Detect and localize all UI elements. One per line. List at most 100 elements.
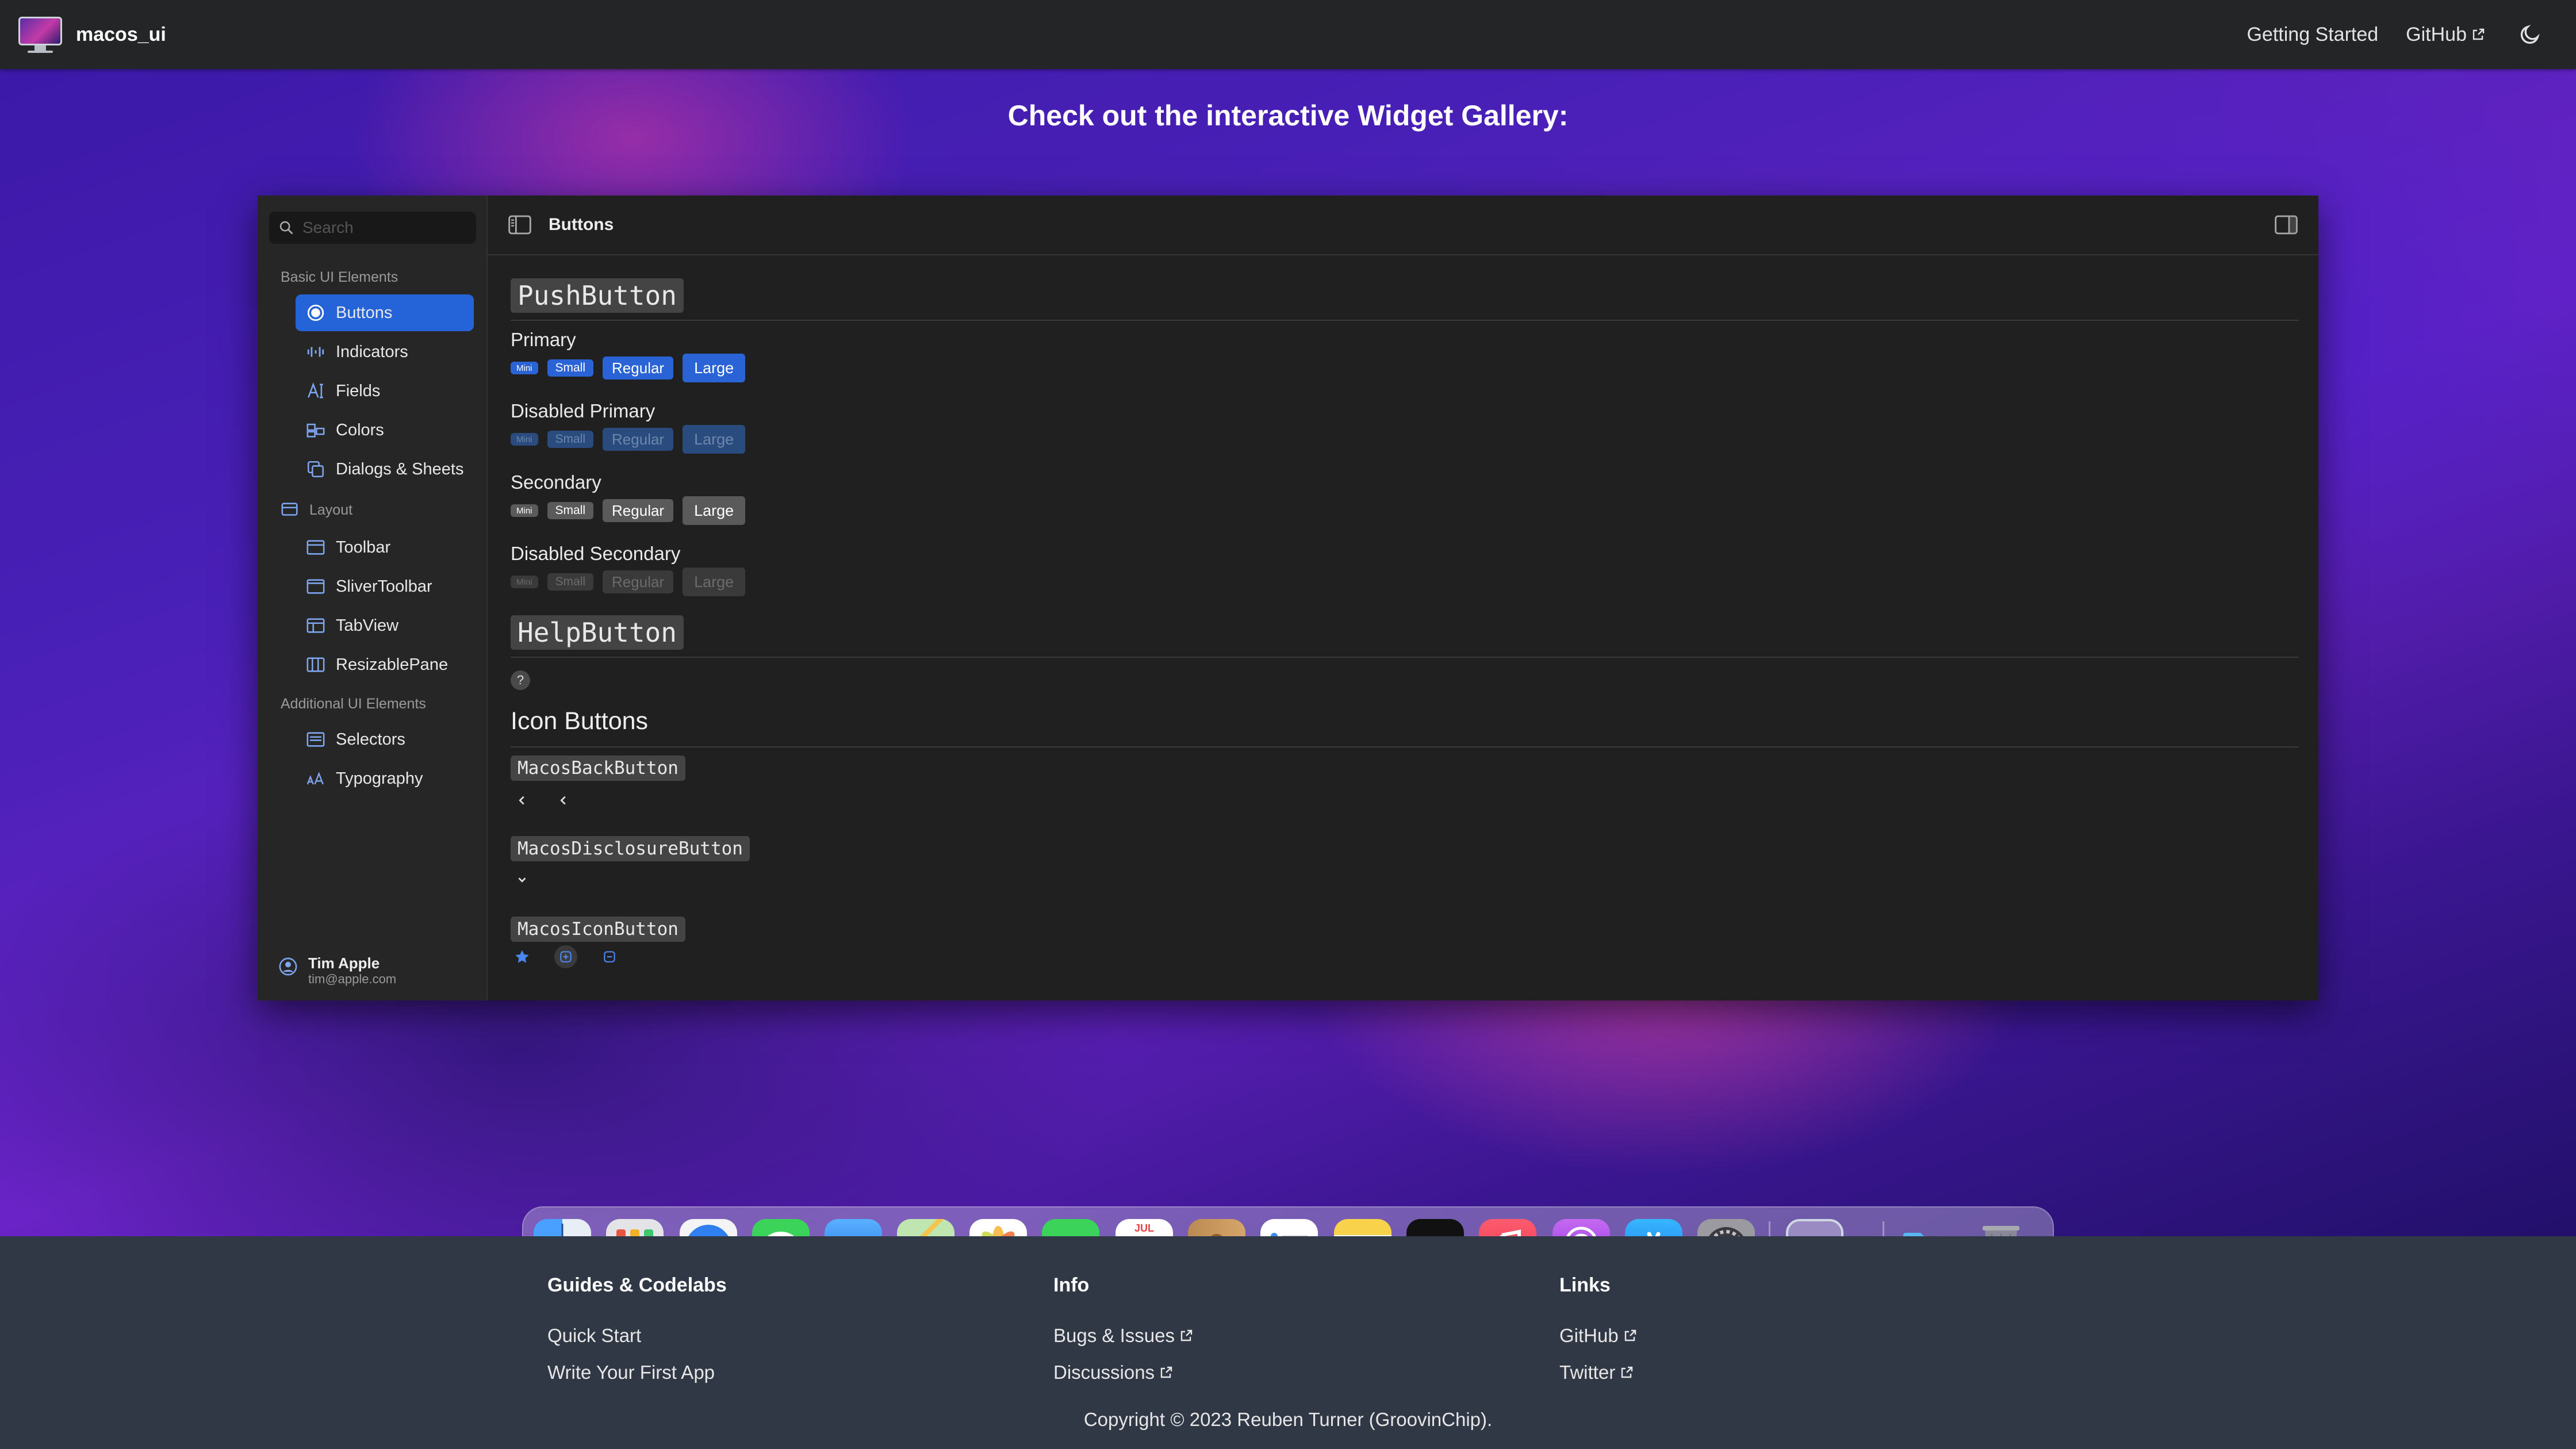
contacts-icon[interactable] bbox=[1188, 1219, 1245, 1236]
minus-icon-button[interactable] bbox=[598, 945, 621, 968]
user-name: Tim Apple bbox=[308, 954, 380, 972]
secondary-small-button[interactable]: Small bbox=[547, 502, 594, 519]
mail-icon[interactable] bbox=[825, 1219, 882, 1236]
notes-icon[interactable] bbox=[1334, 1219, 1392, 1236]
footer-link-label: Discussions bbox=[1053, 1362, 1155, 1383]
sidebar-item-label: TabView bbox=[336, 616, 399, 635]
section-divider bbox=[511, 746, 2299, 747]
primary-buttons-row: Mini Small Regular Large bbox=[511, 353, 746, 383]
secondary-regular-button[interactable]: Regular bbox=[603, 499, 674, 522]
chevron-left-icon bbox=[560, 796, 566, 805]
sidebar-search[interactable] bbox=[269, 212, 476, 244]
sidebar-item-tabview[interactable]: TabView bbox=[296, 607, 474, 644]
sidebar-item-selectors[interactable]: Selectors bbox=[296, 721, 474, 758]
footer-link-write-first-app[interactable]: Write Your First App bbox=[547, 1354, 727, 1391]
podcasts-icon[interactable] bbox=[1552, 1219, 1610, 1236]
downloads-folder-icon[interactable] bbox=[1900, 1219, 1957, 1236]
section-divider bbox=[511, 657, 2299, 658]
sidebar-item-label: Selectors bbox=[336, 730, 405, 749]
music-icon[interactable] bbox=[1479, 1219, 1536, 1236]
sidebar-item-toolbar[interactable]: Toolbar bbox=[296, 529, 474, 566]
star-icon-button[interactable] bbox=[511, 945, 534, 968]
sidebar-item-resizablepane[interactable]: ResizablePane bbox=[296, 646, 474, 683]
nav-getting-started-link[interactable]: Getting Started bbox=[2247, 24, 2378, 46]
footer-link-quick-start[interactable]: Quick Start bbox=[547, 1317, 727, 1354]
facetime-icon[interactable] bbox=[1042, 1219, 1099, 1236]
search-input[interactable] bbox=[302, 218, 463, 237]
external-link-icon bbox=[1624, 1329, 1636, 1341]
sidebar-item-slivertoolbar[interactable]: SliverToolbar bbox=[296, 568, 474, 605]
section-layout[interactable]: Layout bbox=[281, 500, 352, 520]
dock: JUL 17 tv bbox=[522, 1206, 2054, 1236]
calendar-icon[interactable]: JUL 17 bbox=[1116, 1219, 1173, 1236]
external-link-icon bbox=[1621, 1366, 1633, 1378]
back-button[interactable] bbox=[511, 789, 534, 812]
footer-link-label: Bugs & Issues bbox=[1053, 1325, 1175, 1346]
brand-link[interactable]: macos_ui bbox=[17, 16, 166, 53]
main-pane: Buttons PushButton Primary Mini Small Re… bbox=[488, 195, 2318, 1000]
sidebar-item-colors[interactable]: Colors bbox=[296, 412, 474, 448]
back-button-alt[interactable] bbox=[552, 789, 575, 812]
tabview-icon bbox=[306, 618, 325, 633]
maps-icon[interactable] bbox=[897, 1219, 954, 1236]
disabled-primary-label: Disabled Primary bbox=[511, 400, 656, 421]
toggle-sidebar-icon[interactable] bbox=[508, 215, 531, 235]
sidebar-item-label: Buttons bbox=[336, 303, 393, 322]
user-profile[interactable]: Tim Apple tim@apple.com bbox=[278, 954, 396, 987]
sidebar-item-label: Colors bbox=[336, 420, 384, 439]
photos-icon[interactable] bbox=[969, 1219, 1027, 1236]
minus-square-icon bbox=[604, 951, 615, 963]
secondary-mini-button[interactable]: Mini bbox=[511, 504, 538, 517]
dock-divider bbox=[1769, 1221, 1770, 1236]
search-icon bbox=[279, 221, 293, 235]
safari-icon[interactable] bbox=[680, 1219, 737, 1236]
footer-link-bugs-issues[interactable]: Bugs & Issues bbox=[1053, 1317, 1193, 1354]
disabled-secondary-regular-button: Regular bbox=[603, 570, 674, 593]
section-divider bbox=[511, 320, 2299, 321]
sidebar-item-typography[interactable]: Typography bbox=[296, 760, 474, 797]
add-icon-button[interactable] bbox=[554, 945, 577, 968]
footer-link-discussions[interactable]: Discussions bbox=[1053, 1354, 1193, 1391]
sidebar-item-dialogs-sheets[interactable]: Dialogs & Sheets bbox=[296, 451, 474, 488]
dark-mode-toggle-icon[interactable] bbox=[2518, 23, 2542, 46]
sidebar: Basic UI Elements Buttons Indicators Fie… bbox=[258, 195, 488, 1000]
icon-buttons-heading: Icon Buttons bbox=[511, 707, 649, 735]
apple-tv-icon[interactable]: tv bbox=[1406, 1219, 1464, 1236]
finder-icon[interactable] bbox=[534, 1219, 591, 1236]
help-button[interactable]: ? bbox=[511, 670, 530, 690]
macos-icon-button-heading: MacosIconButton bbox=[511, 917, 685, 942]
toolbar-title: Buttons bbox=[549, 215, 614, 234]
messages-icon[interactable] bbox=[752, 1219, 810, 1236]
disabled-primary-buttons-row: Mini Small Regular Large bbox=[511, 424, 746, 454]
footer-column-guides: Guides & Codelabs Quick Start Write Your… bbox=[547, 1274, 727, 1391]
toggle-end-sidebar-icon[interactable] bbox=[2275, 215, 2298, 235]
chevron-down-icon bbox=[518, 877, 526, 883]
preview-icon[interactable] bbox=[1786, 1219, 1843, 1236]
disclosure-button[interactable] bbox=[511, 868, 534, 891]
chevron-left-icon bbox=[519, 796, 524, 805]
star-icon bbox=[515, 950, 529, 963]
footer-link-twitter[interactable]: Twitter bbox=[1559, 1354, 1637, 1391]
primary-small-button[interactable]: Small bbox=[547, 359, 594, 377]
widget-gallery-window: Basic UI Elements Buttons Indicators Fie… bbox=[258, 195, 2318, 1000]
trash-icon[interactable] bbox=[1972, 1219, 2030, 1236]
footer-column-title: Info bbox=[1053, 1274, 1090, 1296]
nav-github-link[interactable]: GitHub bbox=[2406, 24, 2485, 46]
reminders-icon[interactable] bbox=[1260, 1219, 1318, 1236]
secondary-large-button[interactable]: Large bbox=[683, 496, 746, 525]
launchpad-icon[interactable] bbox=[606, 1219, 664, 1236]
primary-mini-button[interactable]: Mini bbox=[511, 362, 538, 374]
primary-regular-button[interactable]: Regular bbox=[603, 356, 674, 379]
top-navbar: macos_ui Getting Started GitHub bbox=[0, 0, 2576, 69]
app-store-icon[interactable] bbox=[1625, 1219, 1682, 1236]
sidebar-item-buttons[interactable]: Buttons bbox=[296, 294, 474, 331]
primary-large-button[interactable]: Large bbox=[683, 354, 746, 382]
window-toolbar: Buttons bbox=[488, 195, 2318, 255]
system-settings-icon[interactable] bbox=[1697, 1219, 1755, 1236]
sidebar-item-label: SliverToolbar bbox=[336, 577, 432, 596]
footer-link-github[interactable]: GitHub bbox=[1559, 1317, 1637, 1354]
sidebar-item-label: Fields bbox=[336, 381, 381, 400]
sidebar-item-indicators[interactable]: Indicators bbox=[296, 334, 474, 370]
sidebar-item-fields[interactable]: Fields bbox=[296, 373, 474, 409]
sidebar-item-label: Dialogs & Sheets bbox=[336, 459, 464, 478]
